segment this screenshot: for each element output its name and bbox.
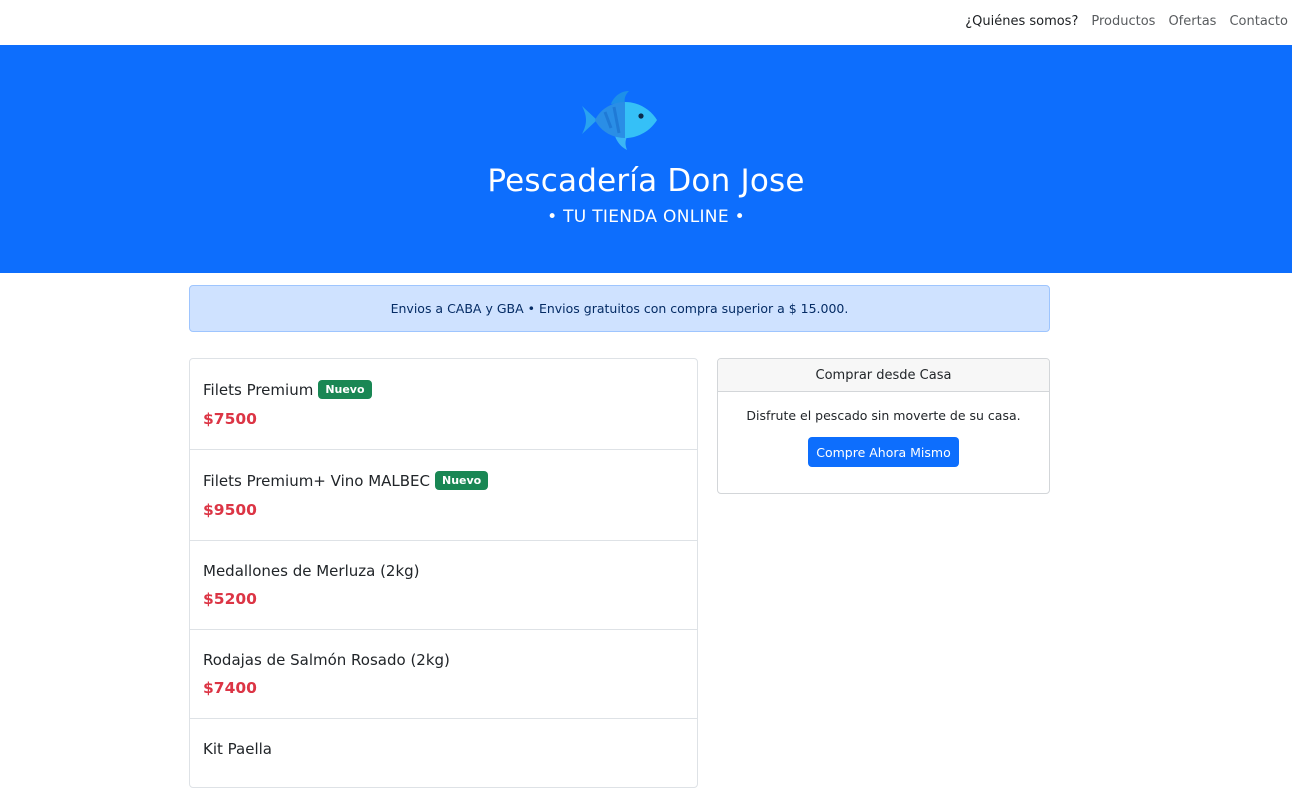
nav-links: ¿Quiénes somos? Productos Ofertas Contac…: [965, 14, 1288, 29]
product-item[interactable]: Kit Paella: [190, 719, 697, 787]
card-text: Disfrute el pescado sin moverte de su ca…: [746, 408, 1021, 423]
product-name: Filets Premium+ Vino MALBEC: [203, 471, 430, 490]
new-badge: Nuevo: [318, 380, 372, 399]
card-header: Comprar desde Casa: [718, 359, 1049, 392]
product-item[interactable]: Rodajas de Salmón Rosado (2kg) $7400: [190, 630, 697, 719]
new-badge: Nuevo: [435, 471, 489, 490]
product-item[interactable]: Filets Premium Nuevo $7500: [190, 359, 697, 450]
product-price: $7400: [203, 679, 257, 697]
nav-link-ofertas[interactable]: Ofertas: [1168, 14, 1216, 29]
product-name: Rodajas de Salmón Rosado (2kg): [203, 651, 450, 669]
product-list: Filets Premium Nuevo $7500 Filets Premiu…: [189, 358, 698, 788]
buy-now-button[interactable]: Compre Ahora Mismo: [808, 437, 959, 467]
buy-from-home-card: Comprar desde Casa Disfrute el pescado s…: [717, 358, 1050, 494]
product-item[interactable]: Medallones de Merluza (2kg) $5200: [190, 541, 697, 630]
hero-banner: Pescadería Don Jose • TU TIENDA ONLINE •: [0, 45, 1292, 273]
product-name: Kit Paella: [203, 740, 272, 758]
product-price: $7500: [203, 410, 257, 428]
product-name: Medallones de Merluza (2kg): [203, 562, 420, 580]
product-price: $5200: [203, 590, 257, 608]
product-price: $9500: [203, 501, 257, 519]
top-navbar: ¿Quiénes somos? Productos Ofertas Contac…: [0, 0, 1292, 45]
product-item[interactable]: Filets Premium+ Vino MALBEC Nuevo $9500: [190, 450, 697, 541]
shipping-alert: Envios a CABA y GBA • Envios gratuitos c…: [189, 285, 1050, 332]
nav-link-quienes-somos[interactable]: ¿Quiénes somos?: [965, 14, 1078, 29]
nav-link-contacto[interactable]: Contacto: [1229, 14, 1288, 29]
shipping-alert-text: Envios a CABA y GBA • Envios gratuitos c…: [390, 301, 849, 316]
fish-icon: [582, 91, 657, 150]
site-subtitle: • TU TIENDA ONLINE •: [547, 207, 745, 227]
site-title: Pescadería Don Jose: [487, 163, 805, 199]
nav-link-productos[interactable]: Productos: [1091, 14, 1155, 29]
product-name: Filets Premium: [203, 380, 314, 399]
